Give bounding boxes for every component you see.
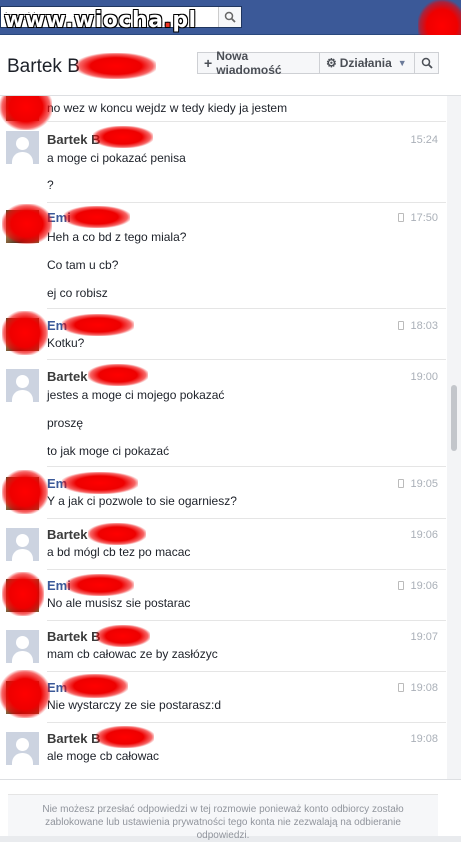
- conversation-title: Bartek B: [7, 56, 80, 77]
- censor-mark: [2, 204, 52, 244]
- watermark: www.wiocha.pl: [4, 8, 197, 33]
- censor-mark: [62, 472, 138, 494]
- divider: [47, 359, 446, 360]
- censor-mark: [2, 572, 44, 616]
- search-icon: [421, 57, 433, 69]
- divider: [47, 722, 446, 723]
- message-text: ?: [47, 178, 54, 192]
- divider: [47, 671, 446, 672]
- censor-mark: [0, 670, 50, 718]
- divider: [47, 466, 446, 467]
- chevron-down-icon: ▼: [397, 58, 407, 68]
- sender-name[interactable]: Bartek: [47, 527, 87, 542]
- message-time: 19:05: [398, 478, 438, 490]
- message-group: no wez w koncu wejdz w tedy kiedy ja jes…: [0, 96, 446, 130]
- sender-name[interactable]: Bartek: [47, 369, 87, 384]
- sender-name[interactable]: Bartek B: [47, 731, 100, 746]
- mobile-icon: [398, 683, 405, 692]
- message-group: Bartek B 19:08 ale moge cb całowac: [0, 729, 446, 769]
- scrollbar-thumb[interactable]: [451, 385, 457, 451]
- avatar[interactable]: [6, 630, 39, 663]
- message-text: Heh a co bd z tego miala?: [47, 230, 187, 244]
- new-message-button[interactable]: + Nowa wiadomość: [197, 49, 320, 77]
- message-time: 18:03: [398, 320, 438, 332]
- censor-mark: [96, 726, 154, 748]
- censor-mark: [0, 96, 52, 130]
- mobile-icon: [398, 213, 405, 222]
- mobile-icon: [398, 479, 405, 488]
- censor-mark: [2, 311, 48, 355]
- search-icon: [224, 11, 236, 23]
- divider: [47, 202, 446, 203]
- message-text: no wez w koncu wejdz w tedy kiedy ja jes…: [47, 101, 288, 115]
- conversation-header: Bartek B + Nowa wiadomość ⚙ Działania ▼: [0, 35, 461, 96]
- actions-button[interactable]: ⚙ Działania ▼: [319, 52, 415, 74]
- mobile-icon: [398, 321, 405, 330]
- message-text: a bd mógl cb tez po macac: [47, 545, 191, 559]
- message-text: Kotku?: [47, 336, 85, 350]
- blocked-notice: Nie możesz przesłać odpowiedzi w tej roz…: [8, 794, 438, 841]
- divider: [47, 121, 446, 122]
- message-time: 19:00: [410, 371, 438, 383]
- censor-mark: [62, 314, 134, 336]
- censor-mark: [88, 523, 146, 545]
- avatar[interactable]: [6, 131, 39, 164]
- message-time: 19:06: [410, 529, 438, 541]
- plus-icon: +: [204, 55, 213, 71]
- avatar[interactable]: [6, 732, 39, 765]
- avatar[interactable]: [6, 528, 39, 561]
- message-text: ej co robisz: [47, 286, 108, 300]
- message-text: to jak moge ci pokazać: [47, 444, 170, 458]
- message-text: Co tam u cb?: [47, 258, 119, 272]
- censor-mark: [64, 206, 130, 228]
- sender-name[interactable]: Bartek B: [47, 629, 100, 644]
- message-time: 17:50: [398, 212, 438, 224]
- censor-mark: [76, 53, 156, 79]
- message-time: 19:08: [410, 733, 438, 745]
- divider: [47, 308, 446, 309]
- divider: [47, 518, 446, 519]
- gear-icon: ⚙: [326, 56, 337, 70]
- reply-area: Nie możesz przesłać odpowiedzi w tej roz…: [0, 779, 461, 841]
- search-conversation-button[interactable]: [414, 52, 439, 74]
- message-text: Y a jak ci pozwole to sie ogarniesz?: [47, 494, 237, 508]
- message-text: ale moge cb całowac: [47, 749, 160, 763]
- message-text: a moge ci pokazać penisa: [47, 151, 186, 165]
- avatar[interactable]: [6, 369, 39, 402]
- message-time: 19:07: [410, 631, 438, 643]
- message-text: proszę: [47, 416, 84, 430]
- actions-label: Działania: [339, 56, 392, 70]
- mobile-icon: [398, 581, 405, 590]
- censor-mark: [96, 625, 150, 647]
- message-group: Bartek 19:00 jestes a moge ci mojego pok…: [0, 366, 446, 461]
- censor-mark: [66, 574, 134, 596]
- divider: [47, 569, 446, 570]
- censor-mark: [88, 364, 148, 386]
- message-text: No ale musisz sie postarac: [47, 596, 191, 610]
- censor-mark: [93, 126, 153, 148]
- new-message-label: Nowa wiadomość: [216, 49, 282, 77]
- censor-mark: [2, 470, 48, 514]
- message-text: mam cb całowac ze by zasłózyc: [47, 647, 218, 661]
- message-group: Bartek B 15:24 a moge ci pokazać penisa …: [0, 128, 446, 202]
- message-time: 19:08: [398, 682, 438, 694]
- message-time: 15:24: [410, 134, 438, 146]
- divider: [47, 620, 446, 621]
- search-button[interactable]: [218, 7, 241, 27]
- censor-mark: [62, 674, 128, 698]
- message-group: Bartek 19:06 a bd mógl cb tez po macac: [0, 525, 446, 565]
- message-text: jestes a moge ci mojego pokazać: [47, 388, 225, 402]
- message-group: Bartek B 19:07 mam cb całowac ze by zasł…: [0, 627, 446, 667]
- message-list: no wez w koncu wejdz w tedy kiedy ja jes…: [0, 96, 461, 779]
- message-text: Nie wystarczy ze sie postarasz:d: [47, 698, 222, 712]
- message-time: 19:06: [398, 580, 438, 592]
